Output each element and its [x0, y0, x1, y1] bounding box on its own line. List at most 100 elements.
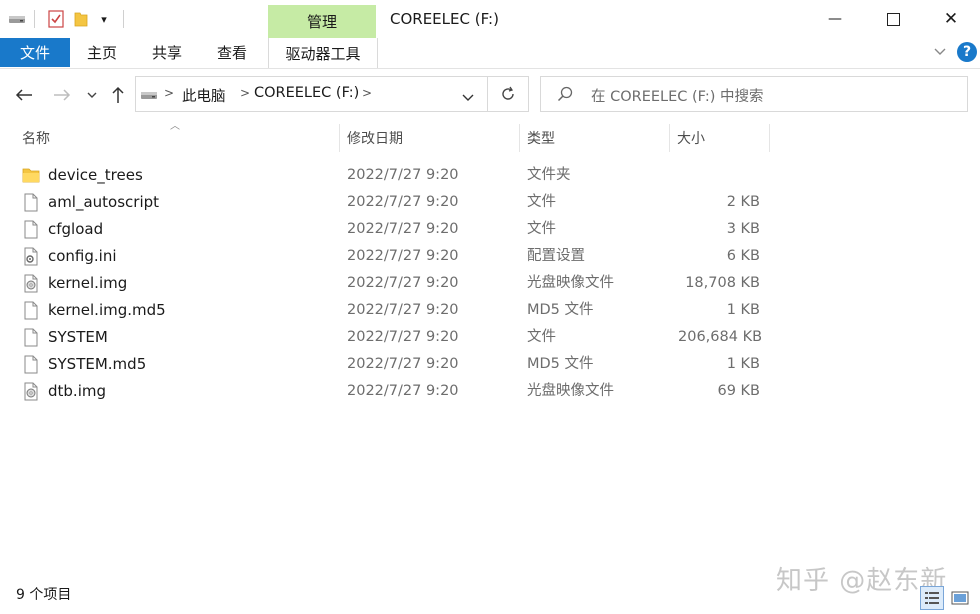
file-row[interactable]: kernel.img.md5 2022/7/27 9:20 MD5 文件 1 KB: [16, 297, 776, 324]
address-bar[interactable]: > 此电脑 > COREELEC (F:) >: [135, 76, 488, 112]
file-row[interactable]: aml_autoscript 2022/7/27 9:20 文件 2 KB: [16, 189, 776, 216]
column-header-date[interactable]: 修改日期: [347, 124, 403, 152]
up-button[interactable]: [106, 80, 130, 110]
disc-image-icon: [22, 274, 40, 293]
file-name: kernel.img.md5: [48, 301, 166, 319]
close-button[interactable]: ✕: [922, 0, 980, 38]
file-name: dtb.img: [48, 382, 106, 400]
breadcrumb-drive[interactable]: COREELEC (F:): [254, 85, 359, 101]
file-size: 1 KB: [726, 302, 760, 318]
arrow-left-icon: [15, 89, 32, 101]
column-header-type[interactable]: 类型: [527, 124, 555, 152]
file-date: 2022/7/27 9:20: [347, 329, 459, 345]
file-icon: [22, 220, 40, 239]
column-divider[interactable]: [769, 124, 770, 152]
drive-icon: [140, 89, 158, 105]
tab-manage[interactable]: 管理: [268, 5, 376, 38]
file-size: 2 KB: [726, 194, 760, 210]
file-icon: [22, 193, 40, 212]
file-date: 2022/7/27 9:20: [347, 302, 459, 318]
search-placeholder: 在 COREELEC (F:) 中搜索: [591, 89, 764, 105]
file-size: 3 KB: [726, 221, 760, 237]
file-row[interactable]: SYSTEM.md5 2022/7/27 9:20 MD5 文件 1 KB: [16, 351, 776, 378]
tab-view[interactable]: 查看: [217, 38, 247, 67]
file-size: 6 KB: [726, 248, 760, 264]
tab-file[interactable]: 文件: [0, 38, 70, 67]
file-type: 文件夹: [527, 167, 571, 183]
tab-drive-tools[interactable]: 驱动器工具: [268, 38, 378, 68]
back-button[interactable]: [12, 80, 36, 110]
file-name: kernel.img: [48, 274, 128, 292]
file-row[interactable]: device_trees 2022/7/27 9:20 文件夹: [16, 162, 776, 189]
refresh-icon: [502, 86, 514, 100]
file-row[interactable]: kernel.img 2022/7/27 9:20 光盘映像文件 18,708 KB: [16, 270, 776, 297]
column-divider[interactable]: [519, 124, 520, 152]
maximize-icon: [886, 12, 900, 26]
forward-button[interactable]: [50, 80, 74, 110]
status-item-count: 9 个项目: [16, 587, 72, 603]
file-row[interactable]: SYSTEM 2022/7/27 9:20 文件 206,684 KB: [16, 324, 776, 351]
file-name: SYSTEM: [48, 328, 108, 346]
search-icon: [557, 86, 573, 106]
file-icon: [22, 355, 40, 374]
help-icon[interactable]: ?: [957, 42, 977, 62]
divider: [34, 10, 35, 28]
chevron-right-icon[interactable]: >: [240, 86, 250, 100]
file-row[interactable]: config.ini 2022/7/27 9:20 配置设置 6 KB: [16, 243, 776, 270]
file-date: 2022/7/27 9:20: [347, 248, 459, 264]
file-name: SYSTEM.md5: [48, 355, 147, 373]
properties-icon[interactable]: [47, 10, 65, 28]
arrow-right-icon: [54, 89, 71, 101]
ribbon-bar: [0, 38, 980, 69]
column-divider[interactable]: [669, 124, 670, 152]
search-box[interactable]: 在 COREELEC (F:) 中搜索: [540, 76, 968, 112]
file-icon: [22, 301, 40, 320]
file-date: 2022/7/27 9:20: [347, 383, 459, 399]
maximize-button[interactable]: [864, 0, 922, 38]
file-date: 2022/7/27 9:20: [347, 167, 459, 183]
file-type: MD5 文件: [527, 302, 594, 318]
arrow-up-icon: [112, 86, 124, 103]
breadcrumb-this-pc[interactable]: 此电脑: [182, 85, 226, 106]
divider: [123, 10, 124, 28]
drive-icon[interactable]: [8, 10, 26, 28]
tab-share[interactable]: 共享: [152, 38, 182, 67]
config-file-icon: [22, 247, 40, 266]
file-name: aml_autoscript: [48, 193, 160, 211]
minimize-button[interactable]: —: [806, 0, 864, 38]
column-header-size[interactable]: 大小: [677, 124, 705, 152]
file-type: 光盘映像文件: [527, 275, 614, 291]
column-divider[interactable]: [339, 124, 340, 152]
file-size: 69 KB: [717, 383, 760, 399]
sort-ascending-icon: ︿: [170, 121, 180, 132]
recent-locations-button[interactable]: [82, 80, 102, 110]
file-size: [678, 162, 760, 189]
chevron-right-icon[interactable]: >: [362, 86, 372, 100]
file-size: 1 KB: [726, 356, 760, 372]
file-name: config.ini: [48, 247, 117, 265]
file-date: 2022/7/27 9:20: [347, 356, 459, 372]
file-icon: [22, 328, 40, 347]
file-type: 文件: [527, 329, 556, 345]
new-folder-icon[interactable]: [72, 10, 90, 28]
tab-home[interactable]: 主页: [87, 38, 117, 67]
file-name: device_trees: [48, 166, 143, 184]
file-size: 18,708 KB: [685, 275, 760, 291]
file-name: cfgload: [48, 220, 104, 238]
folder-icon: [22, 166, 40, 185]
large-icons-view-button[interactable]: [948, 586, 972, 610]
file-row[interactable]: dtb.img 2022/7/27 9:20 光盘映像文件 69 KB: [16, 378, 776, 405]
file-type: 配置设置: [527, 248, 585, 264]
expand-ribbon-icon[interactable]: [932, 44, 948, 60]
column-header-name[interactable]: 名称: [22, 124, 50, 152]
file-type: 文件: [527, 221, 556, 237]
file-date: 2022/7/27 9:20: [347, 221, 459, 237]
chevron-right-icon[interactable]: >: [164, 86, 174, 100]
address-history-dropdown-icon[interactable]: [462, 90, 474, 106]
window-title: COREELEC (F:): [390, 10, 499, 28]
file-row[interactable]: cfgload 2022/7/27 9:20 文件 3 KB: [16, 216, 776, 243]
file-size: 206,684 KB: [678, 329, 763, 345]
refresh-button[interactable]: [488, 76, 529, 112]
quick-access-dropdown-icon[interactable]: ▾: [95, 10, 113, 28]
details-view-button[interactable]: [920, 586, 944, 610]
